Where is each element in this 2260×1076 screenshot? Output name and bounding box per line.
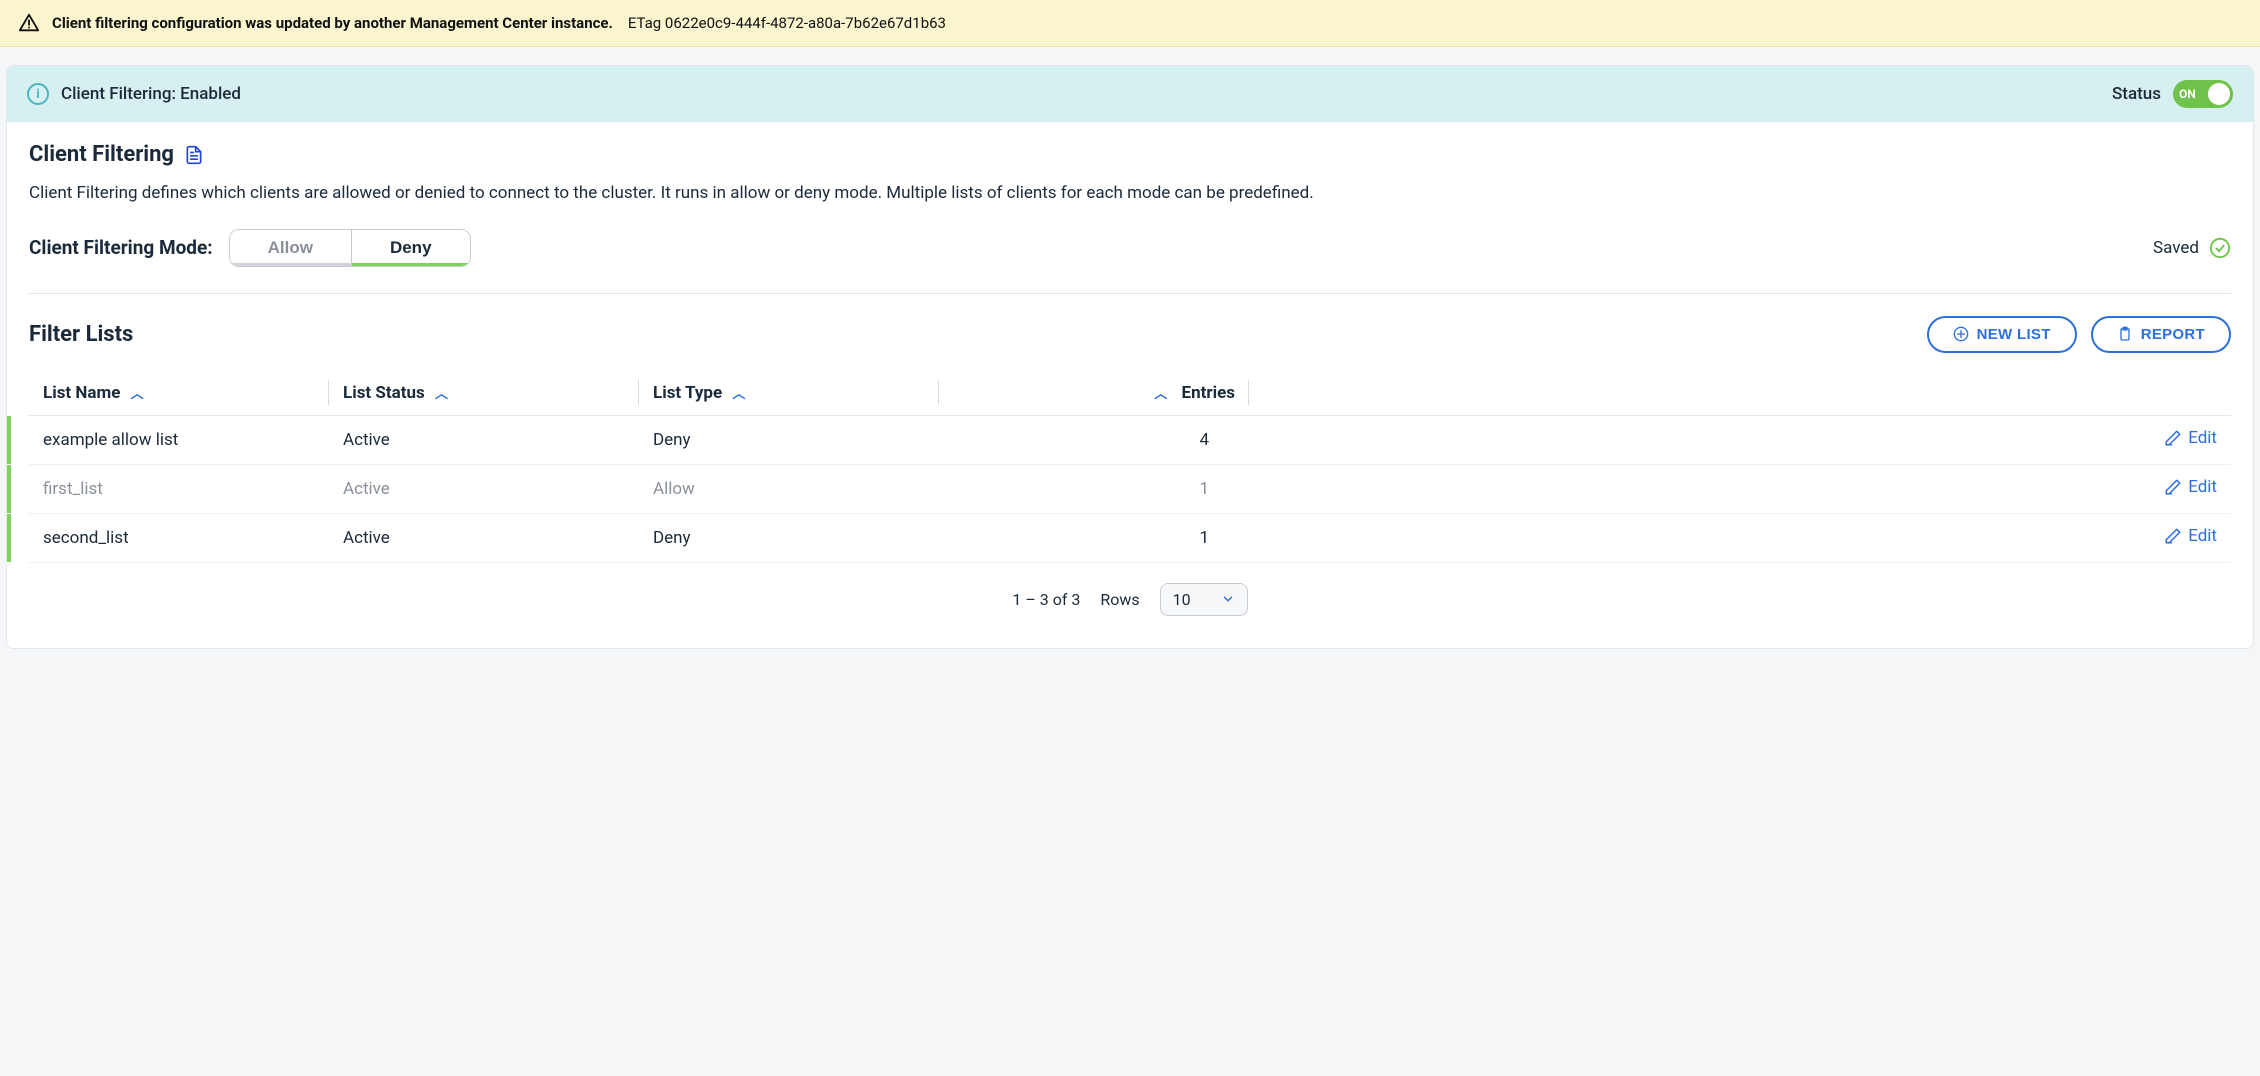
cell-list-status: Active (329, 513, 639, 562)
edit-label: Edit (2188, 477, 2217, 497)
edit-label: Edit (2188, 428, 2217, 448)
cell-entries: 1 (939, 513, 1249, 562)
mode-label: Client Filtering Mode: (29, 236, 213, 259)
sort-asc-icon: ︿ (1154, 383, 1167, 402)
col-header-type-label: List Type (653, 383, 722, 403)
section-description: Client Filtering defines which clients a… (29, 181, 1509, 207)
cell-list-type: Deny (639, 415, 939, 464)
saved-label: Saved (2153, 238, 2199, 258)
table-row: first_listActiveAllow1 Edit (29, 464, 2231, 513)
report-label: REPORT (2141, 326, 2205, 343)
pagination-rows-label: Rows (1100, 590, 1139, 609)
warning-icon (18, 12, 40, 34)
edit-link[interactable]: Edit (2164, 428, 2217, 448)
col-header-status-label: List Status (343, 383, 425, 403)
cell-actions: Edit (1249, 464, 2231, 513)
col-header-actions (1249, 371, 2231, 416)
cell-list-type: Allow (639, 464, 939, 513)
pencil-icon (2164, 429, 2182, 447)
mode-deny-button[interactable]: Deny (352, 230, 470, 266)
sort-asc-icon: ︿ (732, 383, 745, 402)
filter-lists-title: Filter Lists (29, 322, 133, 347)
table-row: example allow listActiveDeny4 Edit (29, 415, 2231, 464)
client-filtering-card: i Client Filtering: Enabled Status ON Cl… (6, 65, 2254, 649)
warning-etag-text: ETag 0622e0c9-444f-4872-a80a-7b62e67d1b6… (628, 14, 946, 32)
pencil-icon (2164, 478, 2182, 496)
mode-allow-button[interactable]: Allow (230, 230, 352, 266)
col-header-type[interactable]: List Type ︿ (639, 371, 939, 416)
status-label: Status (2112, 84, 2161, 104)
pagination: 1 – 3 of 3 Rows 10 (29, 563, 2231, 624)
edit-label: Edit (2188, 526, 2217, 546)
toggle-on-text: ON (2179, 87, 2196, 101)
col-header-entries[interactable]: ︿ Entries (939, 371, 1249, 416)
status-bar: i Client Filtering: Enabled Status ON (7, 66, 2253, 122)
check-circle-icon (2209, 237, 2231, 259)
sort-asc-icon: ︿ (435, 383, 448, 402)
cell-actions: Edit (1249, 415, 2231, 464)
col-header-name-label: List Name (43, 383, 120, 403)
filter-lists-table: List Name ︿ List Status ︿ List Type ︿ ︿ … (29, 371, 2231, 563)
cell-list-name: second_list (29, 513, 329, 562)
warning-text: Client filtering configuration was updat… (52, 14, 946, 32)
mode-segmented-control: Allow Deny (229, 229, 471, 267)
warning-bold-text: Client filtering configuration was updat… (52, 14, 613, 32)
rows-value: 10 (1173, 590, 1191, 609)
rows-per-page-select[interactable]: 10 (1160, 583, 1248, 616)
edit-link[interactable]: Edit (2164, 526, 2217, 546)
pagination-range: 1 – 3 of 3 (1012, 590, 1080, 609)
cell-list-type: Deny (639, 513, 939, 562)
pencil-icon (2164, 527, 2182, 545)
new-list-label: NEW LIST (1977, 326, 2051, 343)
cell-entries: 1 (939, 464, 1249, 513)
report-button[interactable]: REPORT (2091, 316, 2231, 353)
sort-asc-icon: ︿ (131, 383, 144, 402)
col-header-status[interactable]: List Status ︿ (329, 371, 639, 416)
cell-list-name: example allow list (29, 415, 329, 464)
info-icon: i (27, 83, 49, 105)
status-title: Client Filtering: Enabled (61, 84, 241, 104)
cell-actions: Edit (1249, 513, 2231, 562)
warning-banner: Client filtering configuration was updat… (0, 0, 2260, 47)
cell-entries: 4 (939, 415, 1249, 464)
edit-link[interactable]: Edit (2164, 477, 2217, 497)
chevron-down-icon (1221, 592, 1235, 606)
col-header-entries-label: Entries (1182, 383, 1235, 403)
status-toggle[interactable]: ON (2173, 80, 2233, 108)
section-title: Client Filtering (29, 142, 174, 167)
cell-list-status: Active (329, 415, 639, 464)
document-icon[interactable] (184, 144, 204, 166)
table-row: second_listActiveDeny1 Edit (29, 513, 2231, 562)
plus-circle-icon (1953, 326, 1969, 342)
clipboard-icon (2117, 326, 2133, 342)
col-header-name[interactable]: List Name ︿ (29, 371, 329, 416)
cell-list-status: Active (329, 464, 639, 513)
new-list-button[interactable]: NEW LIST (1927, 316, 2077, 353)
cell-list-name: first_list (29, 464, 329, 513)
toggle-knob (2208, 83, 2230, 105)
